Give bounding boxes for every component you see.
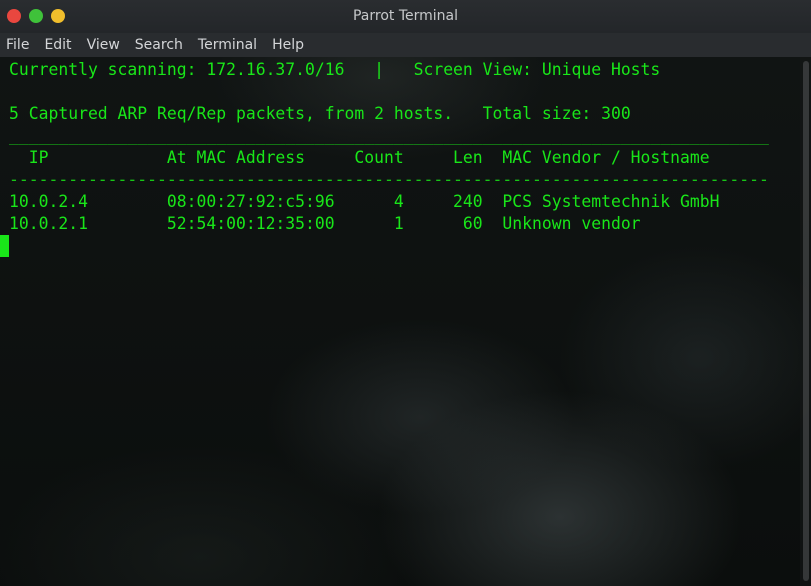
table-header-rule: ----------------------------------------… bbox=[9, 170, 769, 189]
host-row: 10.0.2.4 08:00:27:92:c5:96 4 240 PCS Sys… bbox=[9, 192, 720, 211]
host-row: 10.0.2.1 52:54:00:12:35:00 1 60 Unknown … bbox=[9, 214, 641, 233]
table-header: IP At MAC Address Count Len MAC Vendor /… bbox=[9, 148, 710, 167]
terminal-output[interactable]: Currently scanning: 172.16.37.0/16 | Scr… bbox=[0, 57, 811, 586]
menu-search[interactable]: Search bbox=[129, 33, 189, 57]
capture-summary-line: 5 Captured ARP Req/Rep packets, from 2 h… bbox=[9, 104, 631, 123]
window-title: Parrot Terminal bbox=[352, 8, 459, 24]
scrollbar-thumb[interactable] bbox=[803, 61, 809, 581]
title-bar[interactable]: Parrot Terminal bbox=[0, 0, 811, 33]
terminal-scrollbar[interactable] bbox=[800, 57, 811, 586]
table-top-rule: ________________________________________… bbox=[9, 126, 769, 145]
menu-file[interactable]: File bbox=[0, 33, 35, 57]
terminal-cursor bbox=[0, 235, 9, 257]
menu-terminal[interactable]: Terminal bbox=[192, 33, 263, 57]
menu-edit[interactable]: Edit bbox=[38, 33, 77, 57]
menu-help[interactable]: Help bbox=[266, 33, 310, 57]
scan-status-line: Currently scanning: 172.16.37.0/16 | Scr… bbox=[9, 60, 661, 79]
menu-bar: File Edit View Search Terminal Help bbox=[0, 33, 811, 57]
menu-view[interactable]: View bbox=[81, 33, 126, 57]
terminal-window: Parrot Terminal File Edit View Search Te… bbox=[0, 0, 811, 586]
